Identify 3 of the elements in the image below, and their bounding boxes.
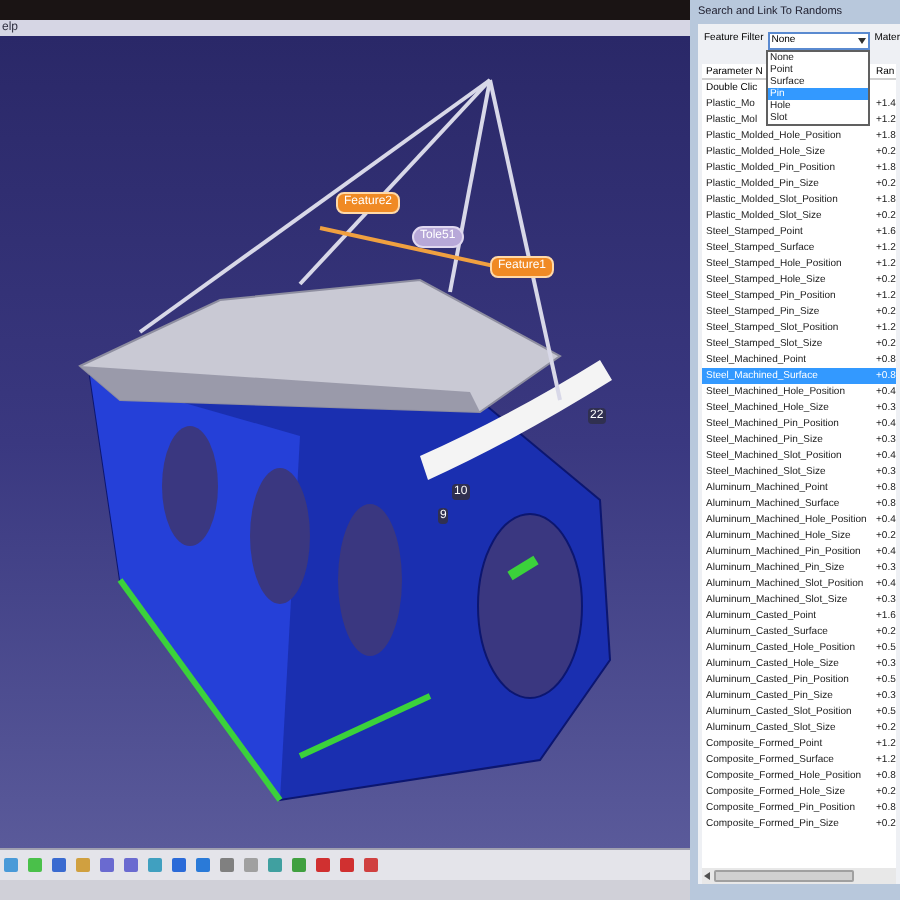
horizontal-scrollbar[interactable] [702,868,896,884]
scroll-thumb[interactable] [714,870,854,882]
caret-icon [858,37,867,43]
